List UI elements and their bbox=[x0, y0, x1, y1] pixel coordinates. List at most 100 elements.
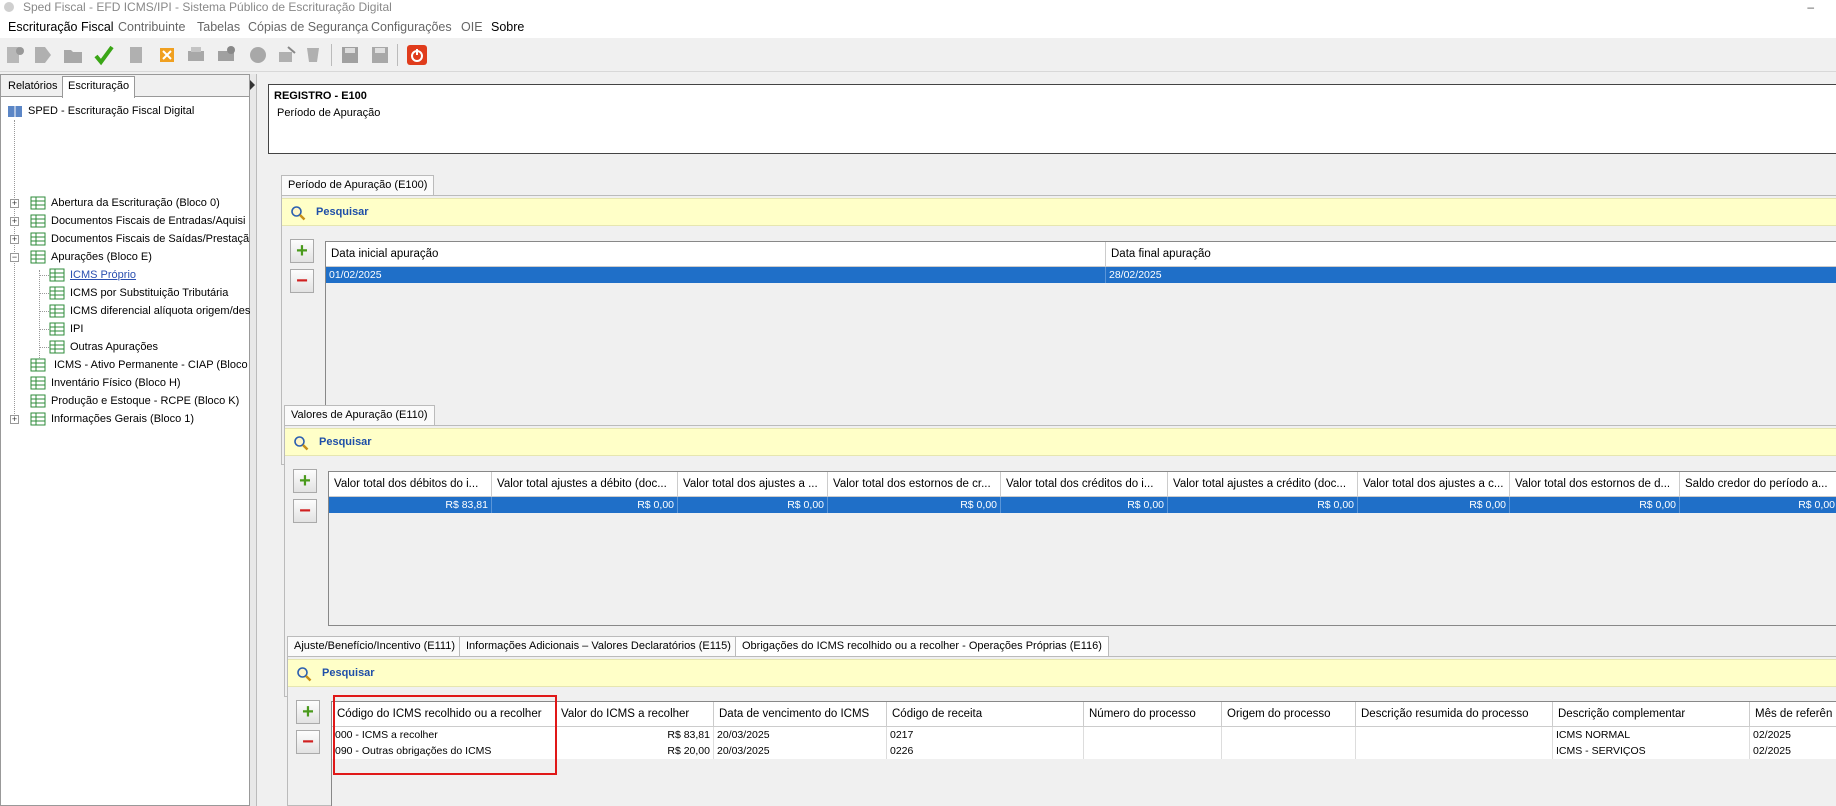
tab-e116[interactable]: Obrigações do ICMS recolhido ou a recolh… bbox=[735, 636, 1109, 656]
save-as-icon[interactable] bbox=[369, 44, 391, 66]
column-header[interactable]: Data final apuração bbox=[1106, 242, 1836, 267]
e100-search-bar[interactable]: Pesquisar bbox=[282, 198, 1836, 226]
expand-icon[interactable]: + bbox=[10, 199, 19, 208]
new-escrituracao-icon[interactable] bbox=[4, 44, 26, 66]
column-header[interactable]: Saldo credor do período a... bbox=[1680, 472, 1836, 497]
tab-relatorios[interactable]: Relatórios bbox=[3, 77, 63, 97]
tree-item-entradas[interactable]: Documentos Fiscais de Entradas/Aquisi bbox=[30, 213, 245, 229]
remove-button[interactable]: − bbox=[290, 269, 314, 293]
tree-item-icms-st[interactable]: ICMS por Substituição Tributária bbox=[49, 285, 228, 301]
collapse-arrow-icon[interactable] bbox=[250, 80, 255, 90]
table-cell bbox=[1356, 727, 1553, 743]
column-header[interactable]: Valor total ajustes a crédito (doc... bbox=[1168, 472, 1358, 497]
e110-search-bar[interactable]: Pesquisar bbox=[285, 428, 1836, 456]
menu-sobre[interactable]: Sobre bbox=[491, 20, 524, 34]
transmit-icon[interactable] bbox=[276, 44, 298, 66]
column-header[interactable]: Valor total dos créditos do i... bbox=[1001, 472, 1168, 497]
column-header[interactable]: Código de receita bbox=[887, 702, 1084, 727]
signature-icon[interactable] bbox=[302, 44, 324, 66]
column-header[interactable]: Valor total dos estornos de cr... bbox=[828, 472, 1001, 497]
folder-icon[interactable] bbox=[62, 44, 84, 66]
navigation-tabs: Relatórios Escrituração bbox=[1, 75, 249, 98]
main-content: REGISTRO - E100 Período de Apuração Perí… bbox=[256, 74, 1836, 806]
tree-item-ciap[interactable]: ICMS - Ativo Permanente - CIAP (Bloco bbox=[30, 357, 248, 373]
column-header[interactable]: Número do processo bbox=[1084, 702, 1222, 727]
table-cell: R$ 0,00 bbox=[1358, 497, 1510, 513]
table-cell: R$ 0,00 bbox=[1001, 497, 1168, 513]
tab-e100[interactable]: Período de Apuração (E100) bbox=[281, 175, 435, 195]
tree-item-icms-proprio[interactable]: ICMS Próprio bbox=[49, 267, 136, 283]
tree-root[interactable]: SPED - Escrituração Fiscal Digital bbox=[7, 103, 194, 119]
column-header[interactable]: Data inicial apuração bbox=[326, 242, 1106, 267]
column-header[interactable]: Descrição resumida do processo bbox=[1356, 702, 1553, 727]
navigation-panel: Relatórios Escrituração SPED - Escritura… bbox=[0, 74, 250, 806]
remove-button[interactable]: − bbox=[296, 730, 320, 754]
table-cell: ICMS - SERVIÇOS bbox=[1553, 743, 1750, 759]
table-cell: R$ 0,00 bbox=[492, 497, 678, 513]
tree-item-inventario[interactable]: Inventário Físico (Bloco H) bbox=[30, 375, 181, 391]
tab-escrituracao[interactable]: Escrituração bbox=[62, 76, 136, 98]
add-button[interactable]: + bbox=[290, 239, 314, 263]
minimize-button[interactable]: – bbox=[1807, 0, 1814, 14]
tree-item-icms-difal[interactable]: ICMS diferencial alíquota origem/des bbox=[49, 303, 250, 319]
expand-icon[interactable]: + bbox=[10, 415, 19, 424]
table-row[interactable]: 090 - Outras obrigações do ICMS R$ 20,00… bbox=[332, 743, 1836, 759]
column-header[interactable]: Valor total dos débitos do i... bbox=[329, 472, 492, 497]
print-settings-icon[interactable] bbox=[215, 44, 237, 66]
highlight-annotation-box bbox=[333, 695, 557, 775]
spreadsheet-icon bbox=[30, 196, 46, 210]
tree-item-saidas[interactable]: Documentos Fiscais de Saídas/Prestaçã bbox=[30, 231, 249, 247]
collapse-icon[interactable]: − bbox=[10, 253, 19, 262]
column-header[interactable]: Valor total ajustes a débito (doc... bbox=[492, 472, 678, 497]
tree-item-outras-apuracoes[interactable]: Outras Apurações bbox=[49, 339, 158, 355]
column-header[interactable]: Data de vencimento do ICMS bbox=[714, 702, 887, 727]
table-cell: R$ 0,00 bbox=[1510, 497, 1680, 513]
column-header[interactable]: Descrição complementar bbox=[1553, 702, 1750, 727]
spreadsheet-icon bbox=[30, 232, 46, 246]
toolbar-separator bbox=[331, 44, 332, 66]
validate-check-icon[interactable] bbox=[93, 44, 115, 66]
add-button[interactable]: + bbox=[293, 469, 317, 493]
spreadsheet-icon bbox=[49, 322, 65, 336]
table-cell bbox=[1084, 743, 1222, 759]
remove-button[interactable]: − bbox=[293, 499, 317, 523]
tree-item-producao-estoque[interactable]: Produção e Estoque - RCPE (Bloco K) bbox=[30, 393, 239, 409]
table-row[interactable]: R$ 83,81 R$ 0,00 R$ 0,00 R$ 0,00 R$ 0,00… bbox=[329, 497, 1836, 513]
exit-power-icon[interactable] bbox=[406, 44, 428, 66]
table-row[interactable]: 000 - ICMS a recolher R$ 83,81 20/03/202… bbox=[332, 727, 1836, 743]
window-title: Sped Fiscal - EFD ICMS/IPI - Sistema Púb… bbox=[23, 0, 392, 14]
tab-e110[interactable]: Valores de Apuração (E110) bbox=[284, 405, 435, 425]
column-header[interactable]: Mês de referên bbox=[1750, 702, 1836, 727]
tree-item-informacoes-gerais[interactable]: Informações Gerais (Bloco 1) bbox=[30, 411, 194, 427]
tree-guide-line bbox=[14, 120, 15, 420]
open-document-icon[interactable] bbox=[32, 44, 54, 66]
spreadsheet-icon bbox=[30, 376, 46, 390]
tab-e115[interactable]: Informações Adicionais – Valores Declara… bbox=[459, 636, 738, 656]
menu-configuracoes[interactable]: Configurações bbox=[371, 20, 452, 34]
expand-icon[interactable]: + bbox=[10, 235, 19, 244]
print-icon[interactable] bbox=[185, 44, 207, 66]
menu-tabelas[interactable]: Tabelas bbox=[197, 20, 240, 34]
column-header[interactable]: Valor do ICMS a recolher bbox=[556, 702, 714, 727]
document-icon[interactable] bbox=[125, 44, 147, 66]
tree-item-abertura[interactable]: Abertura da Escrituração (Bloco 0) bbox=[30, 195, 220, 211]
e116-search-bar[interactable]: Pesquisar bbox=[288, 659, 1836, 687]
spreadsheet-icon bbox=[30, 412, 46, 426]
column-header[interactable]: Origem do processo bbox=[1222, 702, 1356, 727]
column-header[interactable]: Valor total dos estornos de d... bbox=[1510, 472, 1680, 497]
column-header[interactable]: Valor total dos ajustes a ... bbox=[678, 472, 828, 497]
tab-e111[interactable]: Ajuste/Benefício/Incentivo (E111) bbox=[287, 636, 463, 656]
tree-item-ipi[interactable]: IPI bbox=[49, 321, 83, 337]
tree-item-apuracoes[interactable]: Apurações (Bloco E) bbox=[30, 249, 152, 265]
menu-contribuinte[interactable]: Contribuinte bbox=[118, 20, 185, 34]
menu-escrituracao-fiscal[interactable]: Escrituração Fiscal bbox=[8, 20, 114, 34]
menu-copias-de-seguranca[interactable]: Cópias de Segurança bbox=[248, 20, 368, 34]
expand-icon[interactable]: + bbox=[10, 217, 19, 226]
add-button[interactable]: + bbox=[296, 700, 320, 724]
close-escrituracao-icon[interactable] bbox=[156, 44, 178, 66]
table-row[interactable]: 01/02/2025 28/02/2025 bbox=[326, 267, 1836, 283]
globe-icon[interactable] bbox=[247, 44, 269, 66]
column-header[interactable]: Valor total dos ajustes a c... bbox=[1358, 472, 1510, 497]
save-icon[interactable] bbox=[339, 44, 361, 66]
menu-oie[interactable]: OIE bbox=[461, 20, 483, 34]
